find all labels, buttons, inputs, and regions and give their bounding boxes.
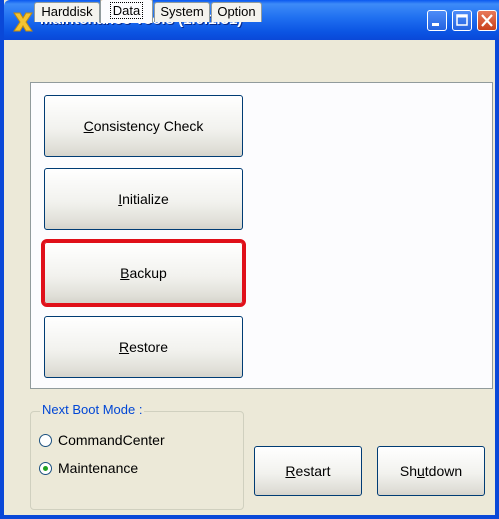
- backup-button[interactable]: Backup: [41, 239, 246, 307]
- radio-maintenance[interactable]: Maintenance: [39, 460, 138, 476]
- maximize-button[interactable]: [452, 10, 472, 31]
- consistency-check-button[interactable]: Consistency Check: [44, 95, 243, 157]
- app-window: Maintenance Tools (1.0.1.31) Harddisk Da…: [0, 0, 499, 519]
- restore-button[interactable]: Restore: [44, 316, 243, 378]
- tab-data[interactable]: Data: [100, 0, 153, 23]
- tab-harddisk[interactable]: Harddisk: [34, 2, 100, 22]
- close-icon: [481, 14, 493, 27]
- close-button[interactable]: [477, 10, 497, 31]
- radio-checked-icon[interactable]: [39, 462, 52, 475]
- radio-unchecked-icon[interactable]: [39, 434, 52, 447]
- app-logo-icon: [12, 11, 34, 33]
- radio-commandcenter[interactable]: CommandCenter: [39, 432, 165, 448]
- tab-option[interactable]: Option: [211, 2, 262, 22]
- shutdown-button[interactable]: Shutdown: [377, 446, 485, 496]
- maximize-icon: [456, 14, 468, 26]
- restart-button[interactable]: Restart: [254, 446, 362, 496]
- initialize-button[interactable]: Initialize: [44, 168, 243, 230]
- tab-system[interactable]: System: [154, 2, 210, 22]
- minimize-button[interactable]: [427, 10, 447, 31]
- boot-mode-legend: Next Boot Mode :: [40, 402, 145, 417]
- minimize-icon: [432, 23, 439, 26]
